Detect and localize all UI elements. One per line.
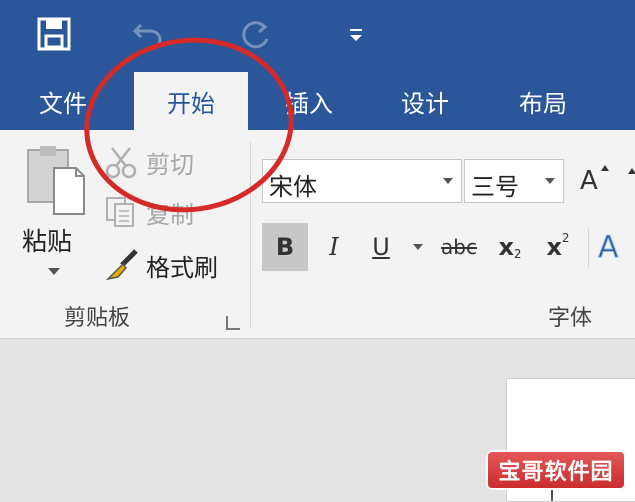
underline-label: U [372,233,390,261]
paste-label: 粘贴 [22,227,73,256]
superscript-button[interactable]: x2 [538,223,578,271]
tab-layout[interactable]: 布局 [496,72,590,130]
text-effects-button[interactable]: A [598,223,635,271]
clipboard-icon [27,146,85,215]
strikethrough-label: abc [441,235,477,259]
strikethrough-button[interactable]: abc [436,223,482,271]
superscript-label: x [546,233,562,261]
bold-button[interactable]: B [262,223,308,271]
subscript-button[interactable]: x2 [490,223,530,271]
font-group-label: 字体 [548,306,593,331]
grow-font-button[interactable]: A [578,160,618,202]
tab-label: 文件 [39,89,87,118]
font-size-combo[interactable]: 三号 [464,159,564,203]
caret-up-icon [628,168,635,174]
font-name-combo[interactable]: 宋体 [262,159,462,203]
format-painter-label: 格式刷 [146,253,218,282]
bold-label: B [275,233,295,261]
save-icon[interactable] [34,14,74,54]
chevron-down-icon[interactable] [443,178,453,184]
dialog-launcher-icon[interactable] [226,316,240,330]
superscript-mark: 2 [561,231,570,245]
tab-label: 设计 [401,89,449,118]
watermark-text: 宝哥软件园 [498,460,614,485]
chevron-down-icon [48,268,60,275]
underline-dropdown[interactable] [408,223,428,271]
paintbrush-icon [105,249,138,281]
font-name-value: 宋体 [269,173,317,201]
tab-design[interactable]: 设计 [378,72,472,130]
subscript-label: x [498,233,514,261]
font-size-value: 三号 [471,173,519,201]
chevron-down-icon [413,244,423,250]
watermark-logo: 宝哥软件园 [486,450,626,490]
title-bar [0,0,635,72]
caret-up-icon [601,165,609,171]
grow-font-label: A [580,166,598,196]
tab-label: 布局 [519,89,567,118]
italic-button[interactable]: I [314,223,354,271]
paste-button[interactable]: 粘贴 [14,144,94,294]
italic-label: I [329,233,339,261]
customize-qat-icon[interactable] [336,14,376,54]
clipboard-group-label: 剪贴板 [64,306,131,331]
chevron-down-icon[interactable] [545,178,555,184]
subscript-mark: 2 [513,247,522,261]
shrink-font-button[interactable] [626,160,635,202]
format-painter-button[interactable]: 格式刷 [104,246,218,284]
underline-button[interactable]: U [362,223,400,271]
group-divider [588,228,589,268]
text-effects-label: A [598,229,619,265]
